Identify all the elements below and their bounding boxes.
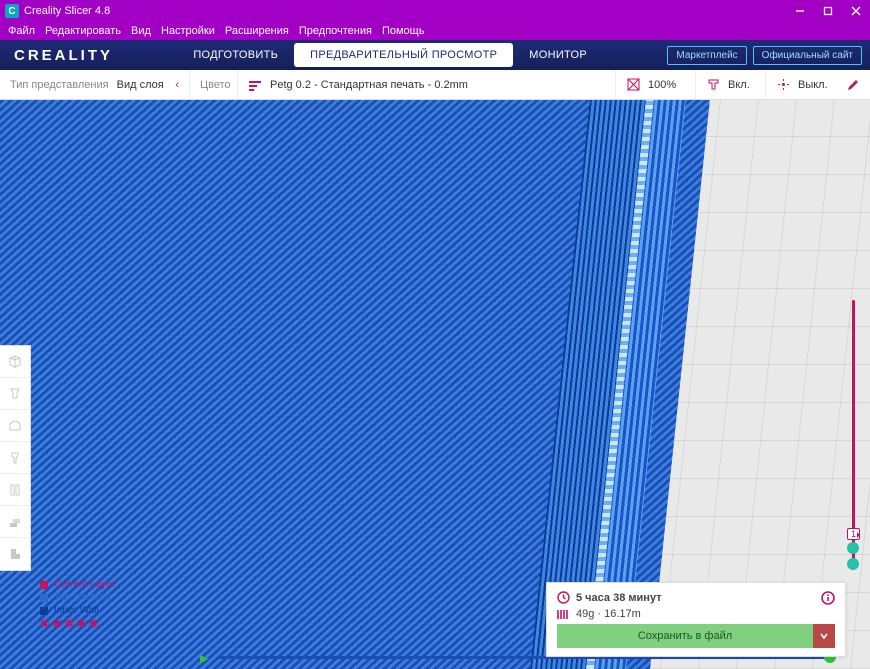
chevron-left-icon[interactable]: ‹ [175, 79, 179, 91]
clock-icon [557, 591, 570, 604]
layer-slider-handle-bottom[interactable] [847, 558, 859, 570]
view-front-button[interactable] [0, 378, 30, 410]
menu-extensions[interactable]: Расширения [221, 24, 293, 38]
view-3d-button[interactable] [0, 346, 30, 378]
marketplace-button[interactable]: Маркетплейс [667, 46, 746, 65]
filament-icon [557, 609, 570, 620]
close-button[interactable] [842, 0, 870, 22]
app-header: CREALITY ПОДГОТОВИТЬ ПРЕДВАРИТЕЛЬНЫЙ ПРО… [0, 40, 870, 70]
config-bar: Тип представления Вид слоя ‹ Цвето Petg … [0, 70, 870, 100]
save-button-group: Сохранить в файл [557, 624, 835, 648]
play-icon[interactable]: ▶ [200, 652, 208, 665]
legend-top-bottom: Top / Bottom [40, 592, 115, 603]
window-title: Creality Slicer 4.8 [24, 5, 786, 17]
layer-slider-track[interactable] [852, 300, 855, 560]
view-type-selector[interactable]: Тип представления Вид слоя ‹ [0, 70, 190, 99]
view-toolbar [0, 345, 31, 571]
edit-settings-icon[interactable] [846, 78, 860, 92]
preview-viewport[interactable]: Current Layer Top / Bottom Inner Wall ▣ … [0, 100, 870, 669]
legend-icons-row: ▣ ▣ ▣ ▣ ▣ [40, 618, 115, 629]
layer-slider-handle-top[interactable] [847, 542, 859, 554]
view-top-button[interactable] [0, 410, 30, 442]
window-titlebar: C Creality Slicer 4.8 [0, 0, 870, 22]
infill-icon [626, 78, 640, 92]
legend-current-layer: Current Layer [40, 579, 115, 590]
menu-help[interactable]: Помощь [378, 24, 429, 38]
adhesion-icon [776, 78, 790, 92]
color-scheme-selector[interactable]: Цвето [190, 70, 238, 99]
profile-value: Petg 0.2 - Стандартная печать - 0.2mm [270, 79, 468, 91]
tab-monitor[interactable]: МОНИТОР [513, 43, 603, 67]
support-value: Вкл. [728, 79, 750, 91]
brand-logo: CREALITY [14, 47, 113, 64]
color-legend: Current Layer Top / Bottom Inner Wall ▣ … [40, 577, 115, 631]
stage-tabs: ПОДГОТОВИТЬ ПРЕДВАРИТЕЛЬНЫЙ ПРОСМОТР МОН… [113, 43, 667, 67]
official-site-button[interactable]: Официальный сайт [753, 46, 862, 65]
view-left-button[interactable] [0, 442, 30, 474]
minimize-button[interactable] [786, 0, 814, 22]
save-dropdown-button[interactable] [813, 624, 835, 648]
layer-number-badge: 1 [847, 528, 860, 540]
menu-file[interactable]: Файл [4, 24, 39, 38]
tab-prepare[interactable]: ПОДГОТОВИТЬ [177, 43, 294, 67]
menu-bar: Файл Редактировать Вид Настройки Расшире… [0, 22, 870, 40]
infill-value: 100% [648, 79, 676, 91]
print-time-row: 5 часа 38 минут [557, 591, 835, 604]
adhesion-setting[interactable]: Выкл. [766, 70, 846, 99]
support-setting[interactable]: Вкл. [696, 70, 766, 99]
view-type-label: Тип представления [10, 79, 109, 91]
print-info-panel: 5 часа 38 минут 49g · 16.17m Сохранить в… [546, 582, 846, 657]
print-profile-selector[interactable]: Petg 0.2 - Стандартная печать - 0.2mm [238, 70, 616, 99]
maximize-button[interactable] [814, 0, 842, 22]
print-time-value: 5 часа 38 минут [576, 592, 662, 604]
info-icon[interactable] [821, 591, 835, 605]
infill-setting[interactable]: 100% [616, 70, 696, 99]
view-type-value: Вид слоя [117, 79, 164, 91]
color-label: Цвето [200, 79, 231, 91]
support-icon [706, 78, 720, 92]
save-to-file-button[interactable]: Сохранить в файл [557, 624, 813, 648]
tab-preview[interactable]: ПРЕДВАРИТЕЛЬНЫЙ ПРОСМОТР [294, 43, 513, 67]
app-icon: C [5, 4, 19, 18]
menu-view[interactable]: Вид [127, 24, 155, 38]
view-right-button[interactable] [0, 474, 30, 506]
layer-slider[interactable]: 1 [846, 300, 860, 560]
adhesion-value: Выкл. [798, 79, 828, 91]
menu-settings[interactable]: Настройки [157, 24, 219, 38]
legend-inner-wall: Inner Wall [40, 605, 115, 616]
view-layers-button[interactable] [0, 506, 30, 538]
menu-preferences[interactable]: Предпочтения [295, 24, 376, 38]
profile-icon [248, 78, 262, 92]
view-xray-button[interactable] [0, 538, 30, 570]
menu-edit[interactable]: Редактировать [41, 24, 125, 38]
material-row: 49g · 16.17m [557, 608, 835, 620]
material-value: 49g · 16.17m [576, 608, 641, 620]
